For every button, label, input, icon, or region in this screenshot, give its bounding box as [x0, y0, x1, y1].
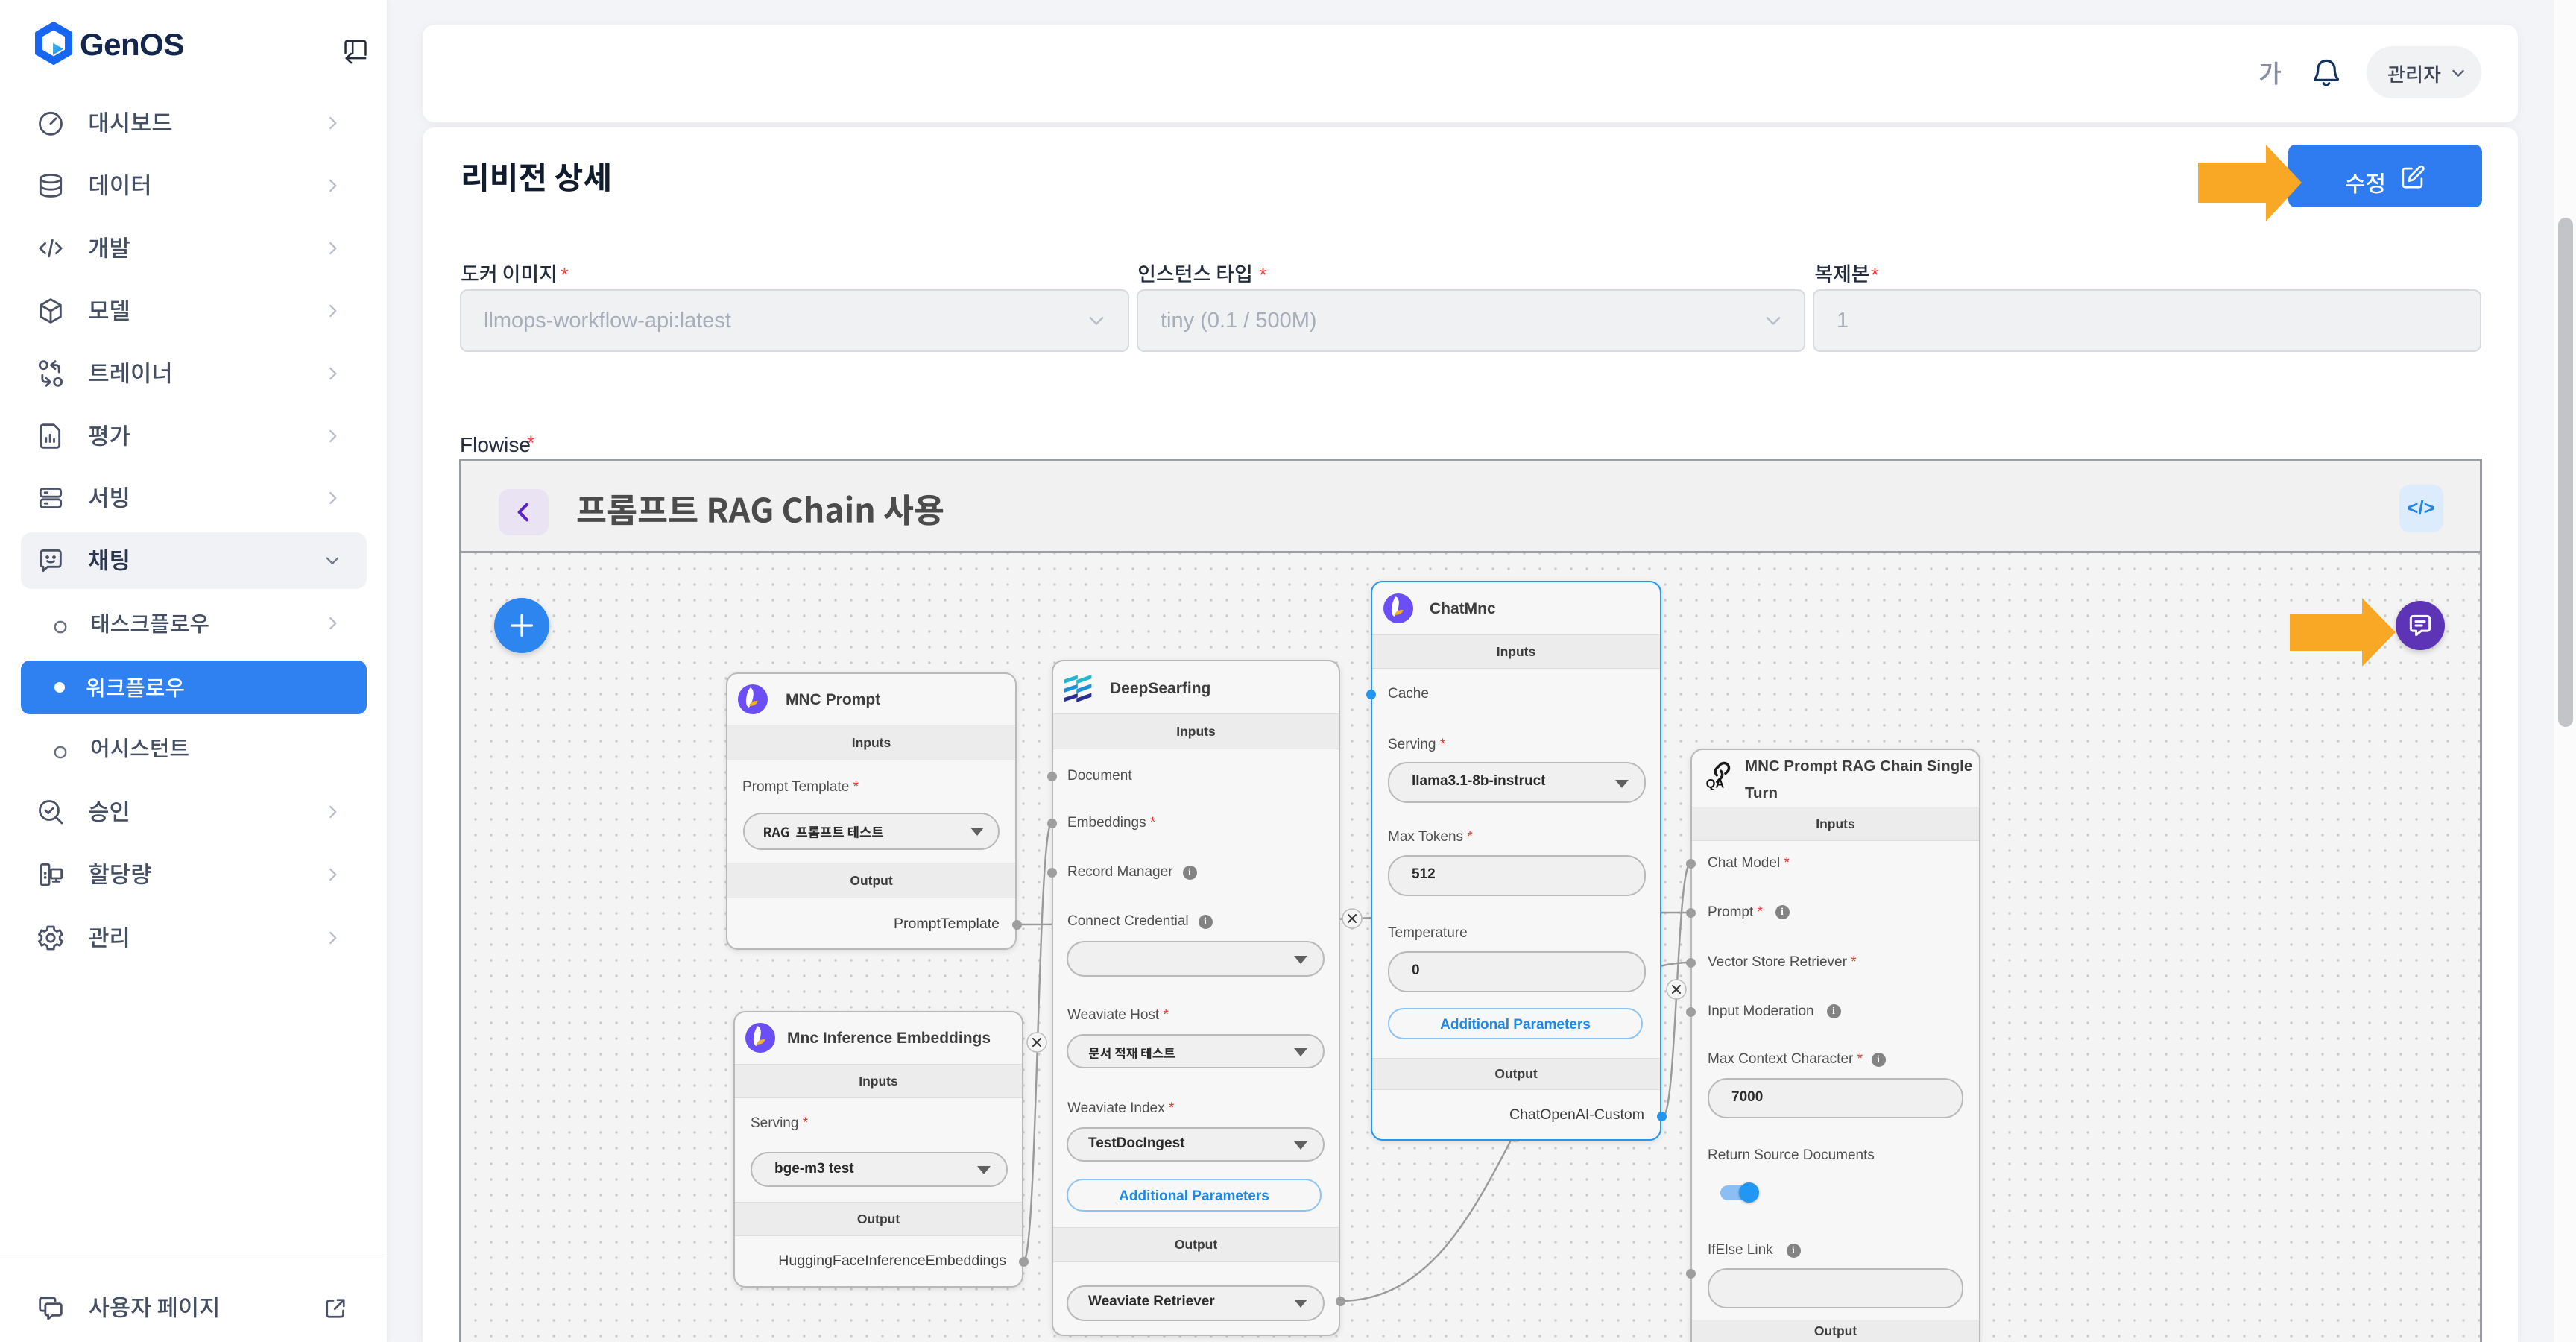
svg-text:QA: QA	[1706, 777, 1725, 790]
